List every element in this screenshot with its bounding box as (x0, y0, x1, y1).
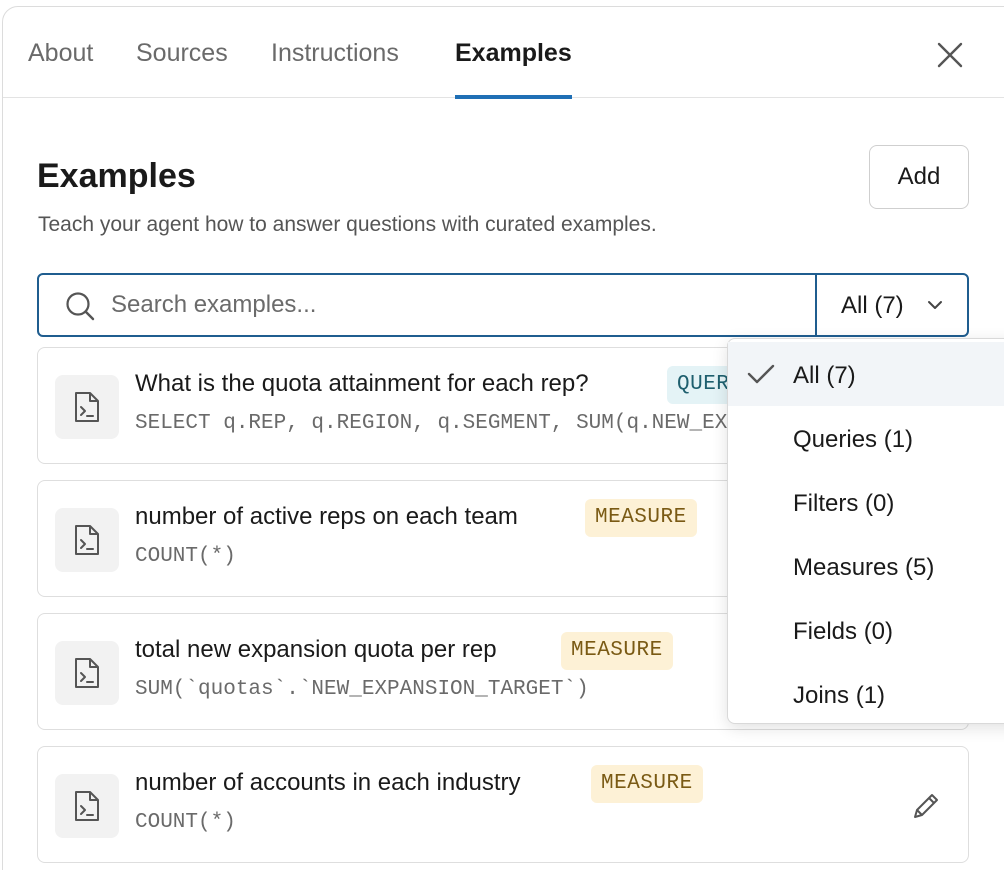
filter-option-label: All (7) (793, 362, 856, 389)
example-code: SUM(`quotas`.`NEW_EXPANSION_TARGET`) (135, 678, 589, 701)
example-code: COUNT(*) (135, 545, 236, 568)
tab-sources[interactable]: Sources (136, 39, 228, 98)
tab-examples[interactable]: Examples (455, 39, 572, 99)
example-type-icon (55, 774, 119, 838)
example-type-icon (55, 508, 119, 572)
example-title: total new expansion quota per rep (135, 636, 497, 663)
filter-option-measures[interactable]: Measures (5) (728, 534, 1004, 598)
terminal-file-icon (75, 658, 99, 688)
terminal-file-icon (75, 525, 99, 555)
type-badge: MEASURE (585, 499, 697, 537)
example-type-icon (55, 641, 119, 705)
chevron-down-icon (928, 301, 942, 309)
filter-select[interactable]: All (7) (815, 275, 969, 335)
add-button[interactable]: Add (869, 145, 969, 209)
filter-option-joins[interactable]: Joins (1) (728, 662, 1004, 726)
example-title: What is the quota attainment for each re… (135, 370, 589, 397)
filter-option-queries[interactable]: Queries (1) (728, 406, 1004, 470)
filter-option-label: Filters (0) (793, 490, 895, 517)
type-badge: MEASURE (591, 765, 703, 803)
tab-instructions[interactable]: Instructions (271, 39, 399, 98)
filter-option-label: Joins (1) (793, 682, 886, 709)
example-title: number of accounts in each industry (135, 769, 521, 796)
close-button[interactable] (935, 40, 965, 70)
terminal-file-icon (75, 791, 99, 821)
filter-selected-label: All (7) (841, 292, 904, 319)
filter-option-label: Queries (1) (793, 426, 914, 453)
example-type-icon (55, 375, 119, 439)
filter-option-label: Fields (0) (793, 618, 894, 645)
filter-option-fields[interactable]: Fields (0) (728, 598, 1004, 662)
filter-option-all[interactable]: All (7) (728, 342, 1004, 406)
example-card[interactable]: number of accounts in each industry MEAS… (37, 746, 969, 863)
page-subtitle: Teach your agent how to answer questions… (38, 213, 657, 236)
search-bar: All (7) (37, 273, 969, 337)
search-icon (66, 292, 95, 321)
filter-option-label: Measures (5) (793, 554, 935, 581)
tab-about[interactable]: About (28, 39, 93, 98)
edit-button[interactable] (910, 790, 942, 822)
example-title: number of active reps on each team (135, 503, 518, 530)
type-badge: MEASURE (561, 632, 673, 670)
filter-dropdown-menu: All (7) Queries (1) Filters (0) Measures… (727, 338, 1004, 724)
terminal-file-icon (75, 392, 99, 422)
check-icon (747, 364, 775, 384)
filter-option-filters[interactable]: Filters (0) (728, 470, 1004, 534)
close-icon (937, 42, 963, 68)
search-input[interactable] (111, 283, 801, 327)
tab-bar: About Sources Instructions Examples (3, 7, 1004, 99)
page-title: Examples (37, 157, 196, 195)
pencil-icon (914, 794, 938, 818)
example-code: COUNT(*) (135, 811, 236, 834)
